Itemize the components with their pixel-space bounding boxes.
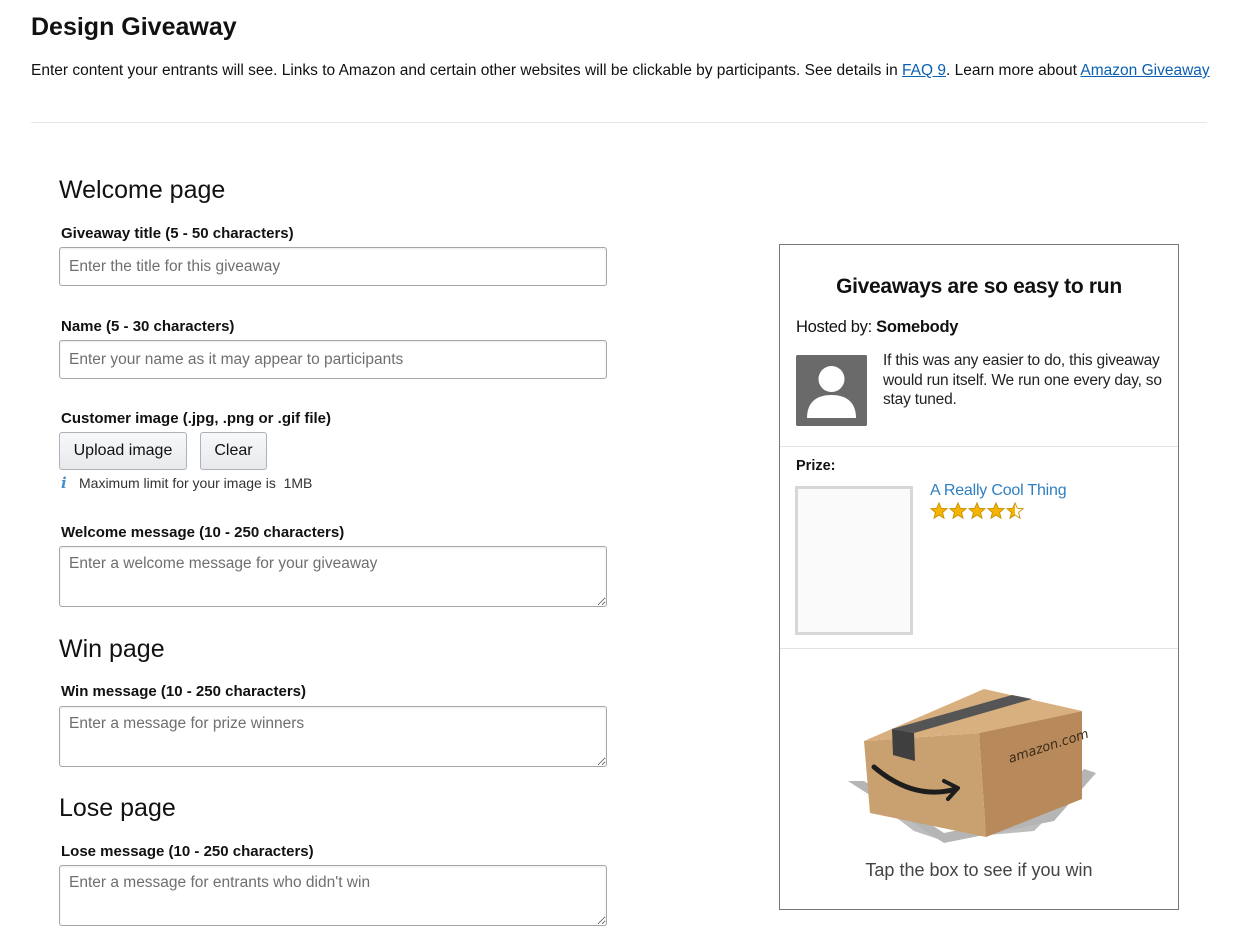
preview-hosted-by: Hosted by: Somebody (796, 318, 958, 337)
hosted-by-label: Hosted by: (796, 318, 877, 336)
image-size-hint: i Maximum limit for your image is 1MB (61, 474, 312, 492)
host-name: Somebody (876, 318, 959, 336)
win-message-label: Win message (10 - 250 characters) (61, 683, 306, 700)
giveaway-title-label: Giveaway title (5 - 50 characters) (61, 225, 294, 242)
clear-image-button[interactable]: Clear (200, 432, 267, 470)
page-title: Design Giveaway (31, 13, 237, 41)
preview-description: If this was any easier to do, this givea… (883, 352, 1162, 408)
star-icon (949, 502, 967, 520)
giveaway-title-input[interactable] (59, 247, 607, 286)
welcome-page-heading: Welcome page (59, 176, 226, 204)
star-icon (968, 502, 986, 520)
win-message-input[interactable] (59, 706, 607, 767)
faq-9-link[interactable]: FAQ 9 (902, 62, 946, 79)
upload-image-button[interactable]: Upload image (59, 432, 187, 470)
star-icon (930, 502, 948, 520)
preview-divider (780, 648, 1178, 649)
star-icon (1006, 502, 1024, 520)
intro-paragraph: Enter content your entrants will see. Li… (31, 59, 1216, 82)
lose-page-heading: Lose page (59, 794, 176, 822)
lose-message-input[interactable] (59, 865, 607, 926)
welcome-message-label: Welcome message (10 - 250 characters) (61, 524, 345, 541)
intro-text: Enter content your entrants will see. Li… (31, 62, 903, 79)
prize-rating-stars (930, 502, 1024, 524)
amazon-box-icon[interactable]: amazon.com (844, 681, 1104, 851)
image-size-hint-text: Maximum limit for your image is 1MB (79, 475, 313, 491)
amazon-giveaway-link[interactable]: Amazon Giveaway (1080, 62, 1209, 79)
customer-image-label: Customer image (.jpg, .png or .gif file) (61, 410, 332, 427)
name-input[interactable] (59, 340, 607, 379)
prize-image-placeholder (795, 486, 913, 635)
name-label: Name (5 - 30 characters) (61, 318, 235, 335)
star-icon (987, 502, 1005, 520)
welcome-message-input[interactable] (59, 546, 607, 607)
info-icon: i (61, 474, 67, 492)
win-page-heading: Win page (59, 635, 165, 663)
tap-box-instruction: Tap the box to see if you win (865, 860, 1093, 880)
header-divider (31, 122, 1207, 123)
intro-text-2: . Learn more about (945, 62, 1081, 79)
prize-name-link[interactable]: A Really Cool Thing (930, 482, 1067, 500)
giveaway-preview-panel: Giveaways are so easy to run Hosted by: … (779, 244, 1179, 910)
lose-message-label: Lose message (10 - 250 characters) (61, 843, 314, 860)
preview-divider (780, 446, 1178, 447)
prize-label: Prize: (796, 458, 836, 474)
preview-title: Giveaways are so easy to run (836, 275, 1122, 298)
user-silhouette-icon (796, 355, 867, 426)
